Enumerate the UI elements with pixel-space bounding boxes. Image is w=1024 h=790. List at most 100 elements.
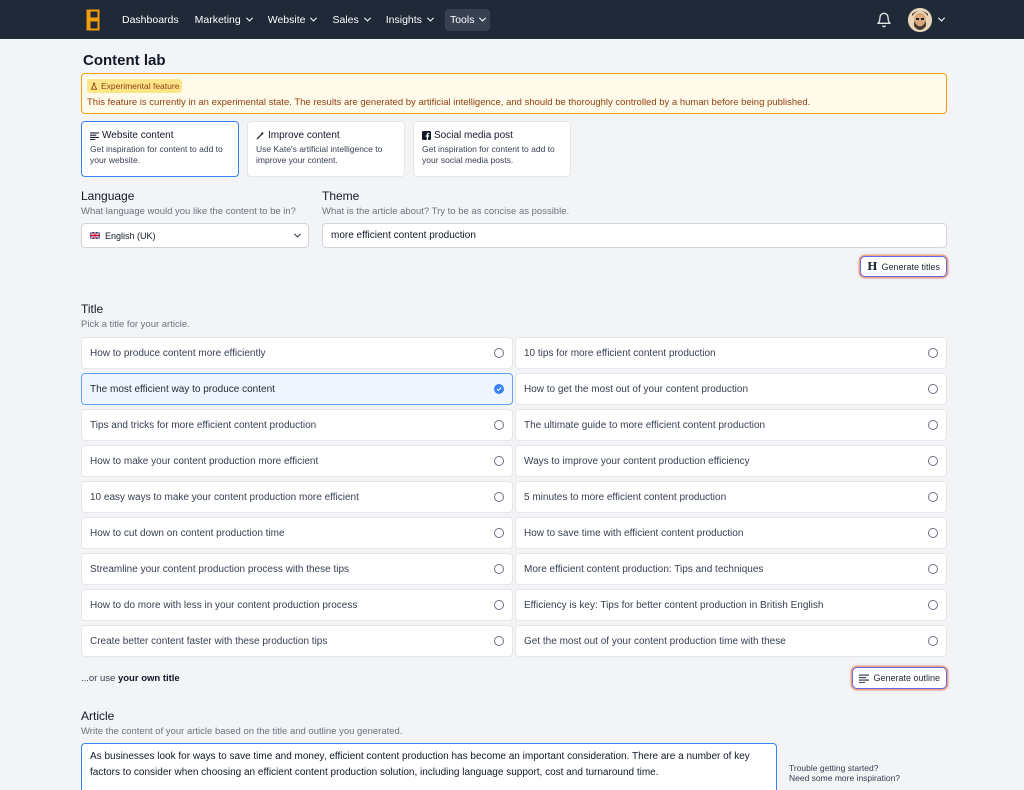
nav-item-website[interactable]: Website xyxy=(264,9,321,31)
title-option[interactable]: The ultimate guide to more efficient con… xyxy=(515,409,947,441)
title-option[interactable]: How to produce content more efficiently xyxy=(81,337,513,369)
chevron-down-icon xyxy=(293,230,302,238)
radio-circle-icon xyxy=(928,600,938,610)
radio-circle-icon xyxy=(494,636,504,646)
card-description: Get inspiration for content to add to yo… xyxy=(90,144,223,166)
flask-icon xyxy=(90,82,98,90)
title-option[interactable]: 5 minutes to more efficient content prod… xyxy=(515,481,947,513)
radio-circle-icon xyxy=(928,384,938,394)
title-option-label: How to save time with efficient content … xyxy=(524,527,744,539)
title-option[interactable]: How to do more with less in your content… xyxy=(81,589,513,621)
title-label: Title xyxy=(81,302,104,316)
chevron-down-icon xyxy=(937,14,946,22)
card-description: Get inspiration for content to add to yo… xyxy=(422,144,555,166)
theme-hint: What is the article about? Try to be as … xyxy=(322,206,570,217)
nav-item-sales[interactable]: Sales xyxy=(328,9,373,31)
article-label: Article xyxy=(81,709,115,723)
title-option[interactable]: How to get the most out of your content … xyxy=(515,373,947,405)
radio-circle-icon xyxy=(928,636,938,646)
card-title-text: Social media post xyxy=(434,130,513,141)
title-option[interactable]: 10 easy ways to make your content produc… xyxy=(81,481,513,513)
facebook-icon xyxy=(422,131,431,140)
radio-circle-icon xyxy=(494,564,504,574)
chevron-down-icon xyxy=(310,14,318,22)
card-social-media-post[interactable]: Social media post Get inspiration for con… xyxy=(413,121,571,177)
title-option[interactable]: How to make your content production more… xyxy=(81,445,513,477)
title-hint: Pick a title for your article. xyxy=(81,319,190,330)
title-option[interactable]: How to save time with efficient content … xyxy=(515,517,947,549)
title-option-label: Ways to improve your content production … xyxy=(524,455,750,467)
card-title-text: Improve content xyxy=(268,130,340,141)
title-option[interactable]: Get the most out of your content product… xyxy=(515,625,947,657)
page-title: Content lab xyxy=(83,52,166,69)
radio-circle-icon xyxy=(928,456,938,466)
nav-menu: Dashboards Marketing Website Sales Insights T… xyxy=(118,8,498,31)
title-option-label: More efficient content production: Tips … xyxy=(524,563,764,575)
radio-circle-icon xyxy=(494,420,504,430)
own-title-bold: your own title xyxy=(117,672,180,684)
title-option[interactable]: More efficient content production: Tips … xyxy=(515,553,947,585)
wand-icon xyxy=(256,131,265,140)
article-textarea[interactable]: As businesses look for ways to save time… xyxy=(81,743,777,790)
card-title: Website content xyxy=(90,130,230,141)
generate-outline-label: Generate outline xyxy=(873,673,940,683)
nav-item-label: Sales xyxy=(332,13,359,26)
language-hint: What language would you like the content… xyxy=(81,206,296,217)
nav-item-marketing[interactable]: Marketing xyxy=(191,9,256,31)
radio-circle-icon xyxy=(928,420,938,430)
own-title-link[interactable]: ...or use your own title xyxy=(81,673,180,684)
nav-item-dashboards[interactable]: Dashboards xyxy=(118,9,183,31)
nav-item-insights[interactable]: Insights xyxy=(382,9,437,31)
own-title-prefix: ...or use xyxy=(81,672,118,684)
theme-label: Theme xyxy=(322,189,360,203)
user-menu[interactable] xyxy=(908,7,946,32)
radio-circle-icon xyxy=(494,348,504,358)
help-line-1: Trouble getting started? xyxy=(789,763,879,773)
title-option-label: How to do more with less in your content… xyxy=(90,599,358,611)
content-type-cards: Website content Get inspiration for conte… xyxy=(81,121,947,177)
notifications-bell-icon[interactable] xyxy=(876,12,892,28)
top-navbar: Dashboards Marketing Website Sales Insights T… xyxy=(0,0,1024,39)
language-select[interactable]: English (UK) xyxy=(81,223,309,248)
card-description: Use Kate's artificial intelligence to im… xyxy=(256,144,383,166)
generate-titles-button[interactable]: H Generate titles xyxy=(860,256,947,277)
theme-input[interactable]: more efficient content production xyxy=(322,223,947,248)
title-option[interactable]: Streamline your content production proce… xyxy=(81,553,513,585)
title-option[interactable]: Ways to improve your content production … xyxy=(515,445,947,477)
title-option-label: Get the most out of your content product… xyxy=(524,635,786,647)
generate-outline-button[interactable]: Generate outline xyxy=(852,667,947,689)
radio-circle-icon xyxy=(928,564,938,574)
nav-item-tools[interactable]: Tools xyxy=(444,8,491,31)
title-option-label: How to get the most out of your content … xyxy=(524,383,749,395)
card-improve-content[interactable]: Improve content Use Kate's artificial int… xyxy=(247,121,405,177)
title-option-label: How to make your content production more… xyxy=(90,455,319,467)
app-logo[interactable] xyxy=(86,9,102,31)
title-option[interactable]: 10 tips for more efficient content produ… xyxy=(515,337,947,369)
radio-circle-icon xyxy=(494,492,504,502)
title-option[interactable]: Create better content faster with these … xyxy=(81,625,513,657)
card-title: Social media post xyxy=(422,130,562,141)
radio-circle-icon xyxy=(494,600,504,610)
lines-icon xyxy=(859,674,870,683)
title-option-label: The ultimate guide to more efficient con… xyxy=(524,419,766,431)
language-label: Language xyxy=(81,189,135,203)
title-option[interactable]: How to cut down on content production ti… xyxy=(81,517,513,549)
card-website-content[interactable]: Website content Get inspiration for conte… xyxy=(81,121,239,177)
title-option-label: How to cut down on content production ti… xyxy=(90,527,285,539)
title-option[interactable]: Tips and tricks for more efficient conte… xyxy=(81,409,513,441)
title-option-label: Streamline your content production proce… xyxy=(90,563,350,575)
card-title: Improve content xyxy=(256,130,396,141)
title-option[interactable]: Efficiency is key: Tips for better conte… xyxy=(515,589,947,621)
inspiration-help[interactable]: Trouble getting started? Need some more … xyxy=(789,763,900,790)
radio-circle-icon xyxy=(494,528,504,538)
radio-circle-icon xyxy=(928,528,938,538)
language-value: English (UK) xyxy=(105,230,156,241)
chevron-down-icon xyxy=(245,14,253,22)
title-option-label: 10 easy ways to make your content produc… xyxy=(90,491,359,503)
chevron-down-icon xyxy=(426,14,434,22)
chevron-down-icon xyxy=(479,14,487,22)
title-option-label: Create better content faster with these … xyxy=(90,635,328,647)
help-line-2: Need some more inspiration? xyxy=(789,773,901,784)
nav-item-label: Dashboards xyxy=(122,13,179,26)
title-option[interactable]: The most efficient way to produce conten… xyxy=(81,373,513,405)
